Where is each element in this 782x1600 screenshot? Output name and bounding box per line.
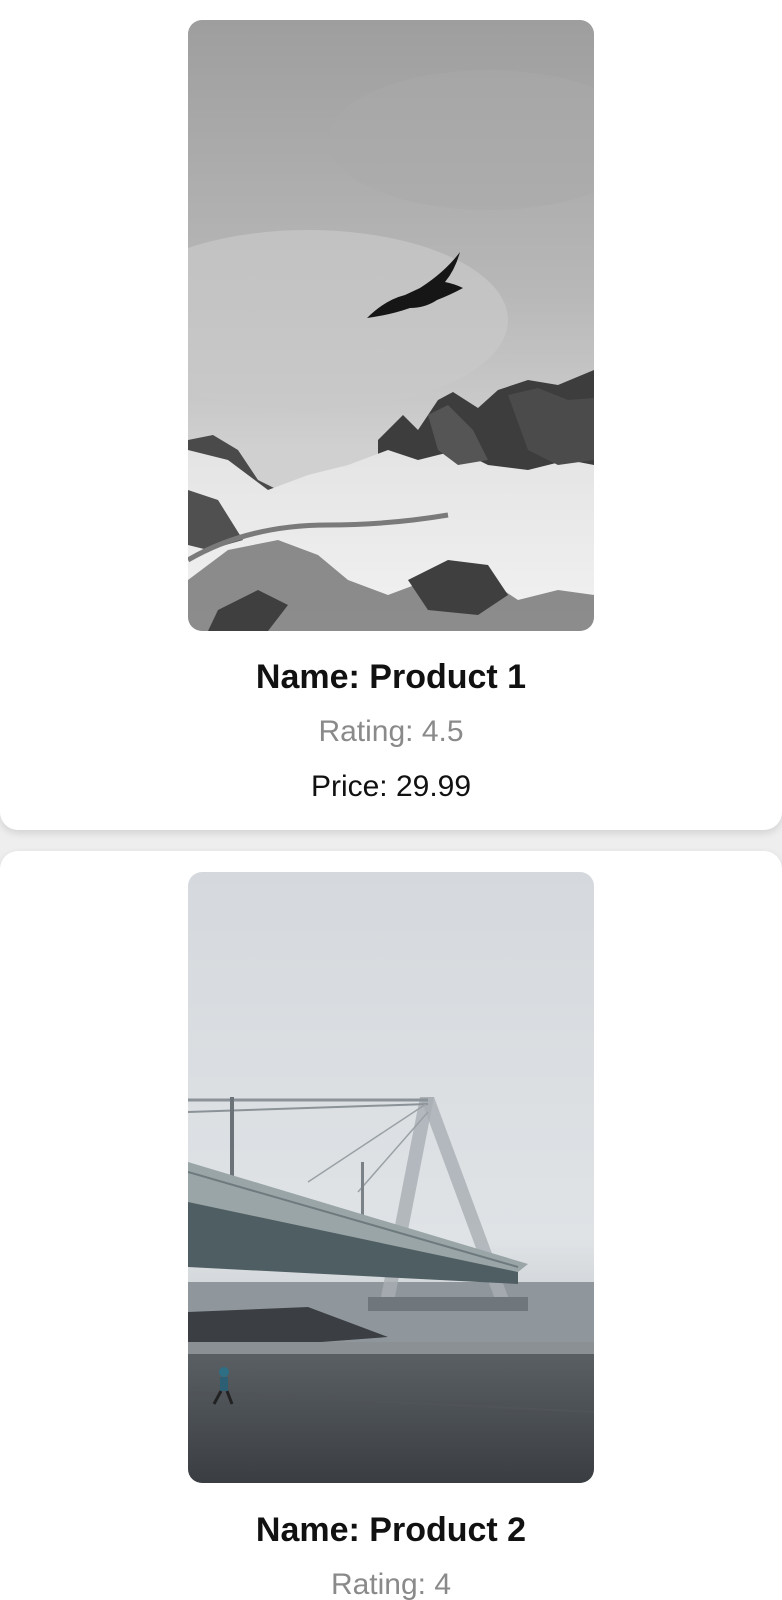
product-name: Name: Product 1 bbox=[255, 658, 527, 696]
product-price: Price: 29.99 bbox=[310, 770, 472, 803]
product-list: Name: Product 1 Rating: 4.5 Price: 29.99 bbox=[0, 0, 782, 1600]
eagle-mountain-photo bbox=[188, 20, 594, 631]
product-image[interactable] bbox=[188, 872, 594, 1483]
product-rating: Rating: 4.5 bbox=[318, 715, 464, 748]
product-card[interactable]: Name: Product 2 Rating: 4 bbox=[0, 851, 782, 1600]
product-name: Name: Product 2 bbox=[255, 1511, 527, 1549]
product-rating: Rating: 4 bbox=[330, 1568, 452, 1600]
foggy-bridge-photo bbox=[188, 872, 594, 1483]
product-image[interactable] bbox=[188, 20, 594, 631]
product-card[interactable]: Name: Product 1 Rating: 4.5 Price: 29.99 bbox=[0, 0, 782, 830]
